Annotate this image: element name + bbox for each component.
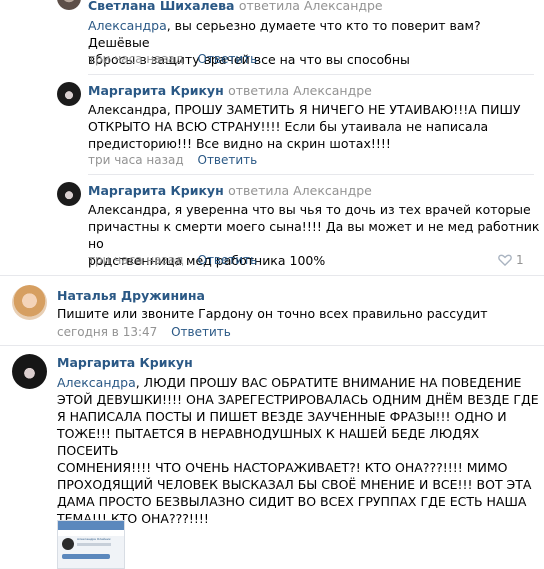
addressee-link[interactable]: Александра bbox=[57, 375, 136, 390]
comment-meta: сегодня в 13:47 Ответить bbox=[57, 325, 231, 339]
timestamp[interactable]: три часа назад bbox=[88, 153, 184, 167]
timestamp[interactable]: сегодня в 13:47 bbox=[57, 325, 157, 339]
divider bbox=[88, 74, 534, 75]
divider bbox=[88, 174, 534, 175]
reply-link[interactable]: Ответить bbox=[171, 325, 231, 339]
reply-link[interactable]: Ответить bbox=[198, 52, 258, 66]
like-count: 1 bbox=[516, 253, 524, 267]
comment-meta: три часа назад Ответить bbox=[88, 52, 257, 66]
avatar[interactable] bbox=[12, 285, 47, 320]
reply-link[interactable]: Ответить bbox=[198, 153, 258, 167]
heart-icon bbox=[498, 254, 512, 266]
author-name[interactable]: Маргарита Крикун bbox=[88, 183, 224, 198]
like-button[interactable]: 1 bbox=[498, 253, 524, 267]
comment-meta: три часа назад Ответить bbox=[88, 253, 257, 267]
avatar[interactable] bbox=[57, 82, 81, 106]
replied-to-label: ответила Александре bbox=[228, 183, 372, 198]
avatar[interactable] bbox=[57, 0, 81, 10]
comment-meta: три часа назад Ответить bbox=[88, 153, 257, 167]
timestamp[interactable]: три часа назад bbox=[88, 52, 184, 66]
avatar[interactable] bbox=[12, 354, 47, 389]
author-name[interactable]: Наталья Дружинина bbox=[57, 288, 205, 303]
author-name[interactable]: Светлана Шихалева bbox=[88, 0, 235, 13]
avatar[interactable] bbox=[57, 182, 81, 206]
replied-to-label: ответила Александре bbox=[228, 83, 372, 98]
attachment-caption: Александра Олейник bbox=[77, 537, 111, 541]
divider bbox=[0, 275, 544, 276]
attached-screenshot[interactable]: Александра Олейник bbox=[57, 520, 125, 569]
comment-text: Александра, ЛЮДИ ПРОШУ ВАС ОБРАТИТЕ ВНИМ… bbox=[57, 375, 539, 526]
comment-text: Александра, ПРОШУ ЗАМЕТИТЬ Я НИЧЕГО НЕ У… bbox=[88, 102, 521, 151]
comment-text: Пишите или звоните Гардону он точно всех… bbox=[57, 306, 488, 321]
author-name[interactable]: Маргарита Крикун bbox=[57, 355, 193, 370]
divider bbox=[0, 345, 544, 346]
author-name[interactable]: Маргарита Крикун bbox=[88, 83, 224, 98]
reply-link[interactable]: Ответить bbox=[198, 253, 258, 267]
addressee-link[interactable]: Александра bbox=[88, 18, 167, 33]
replied-to-label: ответила Александре bbox=[238, 0, 383, 13]
timestamp[interactable]: три часа назад bbox=[88, 253, 184, 267]
